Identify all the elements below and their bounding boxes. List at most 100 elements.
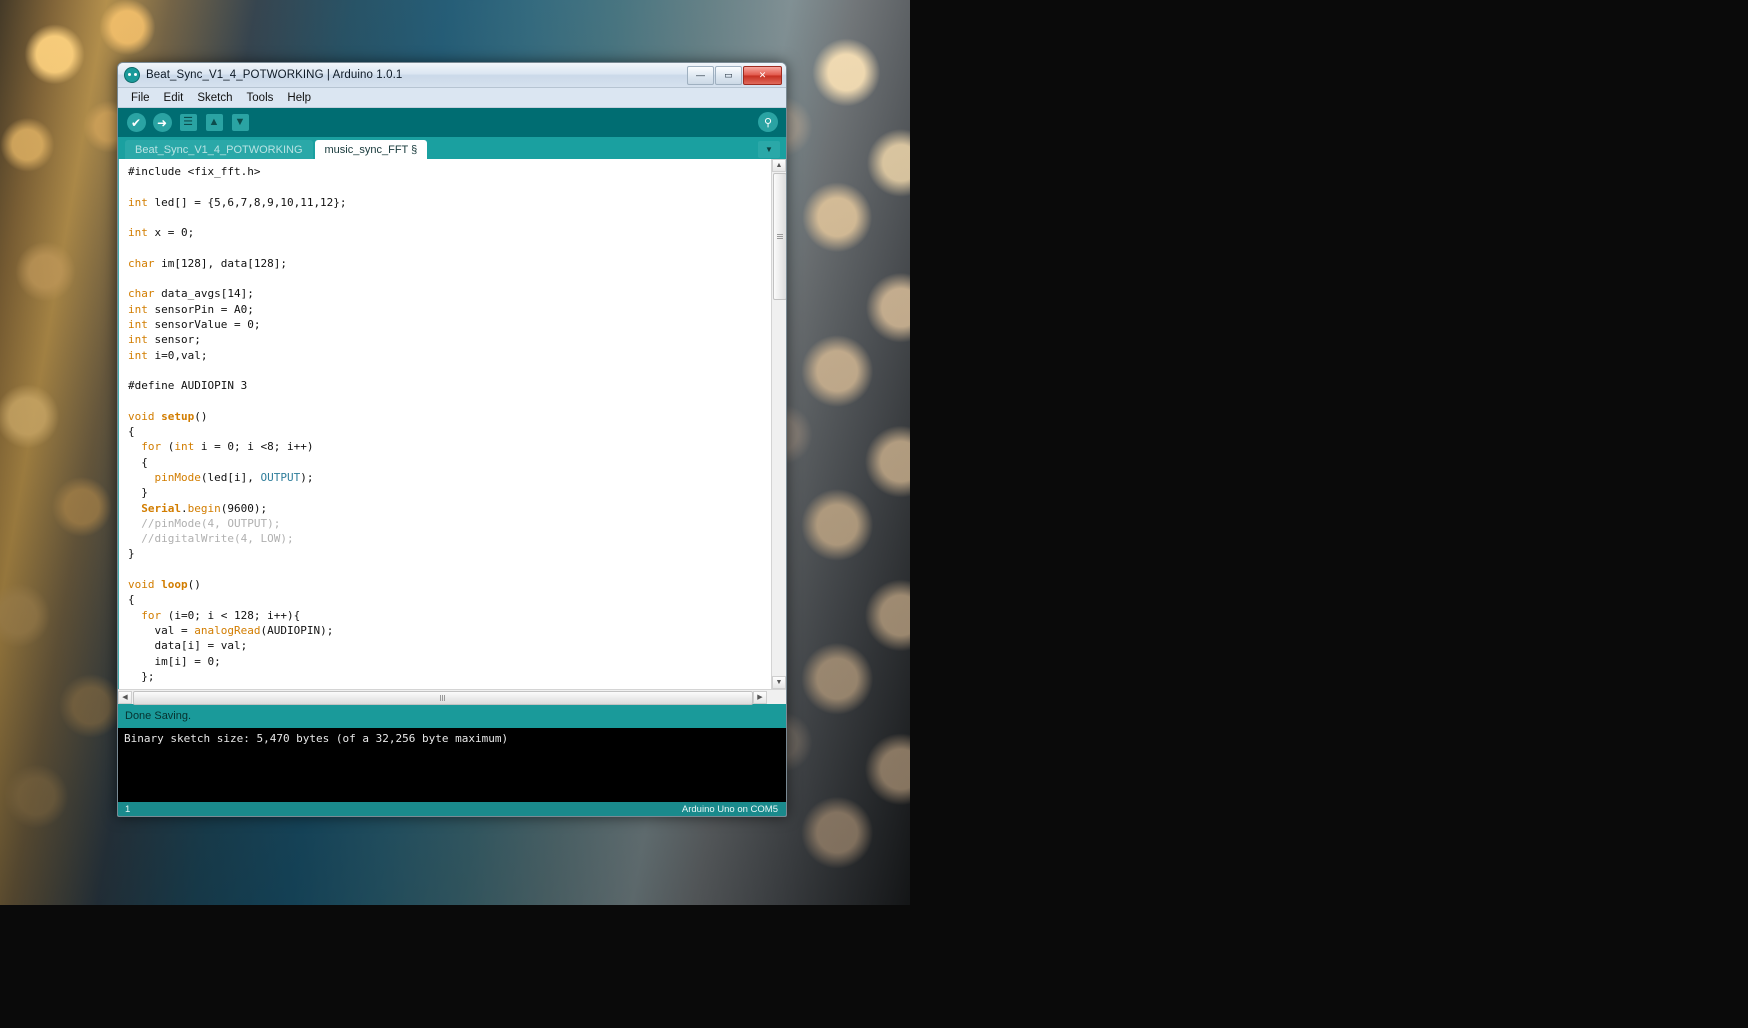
- code-token: OUTPUT: [260, 470, 301, 484]
- code-token: .: [181, 501, 188, 515]
- new-sketch-button[interactable]: ☰: [177, 112, 199, 134]
- code-line: //digitalWrite(4, LOW);: [128, 531, 771, 546]
- code-line: void loop(): [128, 577, 771, 592]
- verify-button[interactable]: ✔: [125, 112, 147, 134]
- code-line: void setup(): [128, 409, 771, 424]
- menu-sketch[interactable]: Sketch: [191, 91, 238, 105]
- code-token: (i=0; i < 128; i++){: [161, 608, 301, 622]
- scroll-down-icon[interactable]: ▼: [772, 676, 786, 689]
- arrow-up-icon: ▲: [205, 114, 223, 131]
- code-line: };: [128, 669, 771, 684]
- code-line: #define AUDIOPIN 3: [128, 378, 771, 393]
- scroll-left-icon[interactable]: ◀: [118, 690, 132, 704]
- editor-vertical-scrollbar[interactable]: ▲ ▼: [771, 159, 786, 689]
- code-token: int: [128, 302, 148, 316]
- code-editor[interactable]: #include <fix_fft.h> int led[] = {5,6,7,…: [123, 159, 771, 689]
- line-number-indicator: 1: [125, 803, 131, 815]
- editor-area[interactable]: #include <fix_fft.h> int led[] = {5,6,7,…: [118, 159, 786, 689]
- bottom-status-bar: 1 Arduino Uno on COM5: [118, 802, 786, 816]
- code-token: );: [300, 470, 314, 484]
- vertical-scroll-thumb[interactable]: [773, 173, 786, 300]
- code-token: data_avgs[14];: [154, 287, 254, 301]
- toolbar[interactable]: ✔ ➜ ☰ ▲ ▼ ⚲: [118, 108, 786, 137]
- code-line: char data_avgs[14];: [128, 286, 771, 301]
- horizontal-scroll-thumb[interactable]: [133, 691, 753, 705]
- code-token: void: [128, 578, 155, 592]
- code-line: }: [128, 485, 771, 500]
- code-line: for (i=0; i < 128; i++){: [128, 608, 771, 623]
- menu-tools[interactable]: Tools: [241, 91, 280, 105]
- code-token: analogRead: [194, 623, 261, 637]
- code-token: (AUDIOPIN);: [260, 623, 334, 637]
- menu-help[interactable]: Help: [281, 91, 317, 105]
- status-message: Done Saving.: [118, 704, 786, 728]
- code-token: (led[i],: [200, 470, 261, 484]
- sketch-tabbar[interactable]: Beat_Sync_V1_4_POTWORKING music_sync_FFT…: [118, 137, 786, 159]
- code-token: }: [128, 547, 135, 561]
- window-controls[interactable]: — ▭ ✕: [687, 65, 782, 85]
- code-token: (): [187, 578, 201, 592]
- code-line: //pinMode(4, OUTPUT);: [128, 516, 771, 531]
- code-token: int: [128, 317, 148, 331]
- code-line: val = analogRead(AUDIOPIN);: [128, 623, 771, 638]
- code-line: int sensorPin = A0;: [128, 302, 771, 317]
- code-token: sensorPin = A0;: [147, 302, 254, 316]
- code-line: {: [128, 592, 771, 607]
- code-token: im[i] = 0;: [128, 654, 221, 668]
- code-token: for: [141, 440, 162, 454]
- scroll-up-icon[interactable]: ▲: [772, 159, 786, 172]
- scroll-right-icon[interactable]: ▶: [753, 690, 767, 704]
- tab-music-sync-fft[interactable]: music_sync_FFT §: [314, 140, 428, 159]
- editor-horizontal-scrollbar[interactable]: ◀ ▶: [118, 689, 786, 705]
- maximize-button[interactable]: ▭: [715, 65, 742, 85]
- arduino-ide-window[interactable]: Beat_Sync_V1_4_POTWORKING | Arduino 1.0.…: [117, 62, 787, 817]
- close-button[interactable]: ✕: [743, 65, 782, 85]
- code-line: {: [128, 424, 771, 439]
- code-token: x = 0;: [147, 226, 195, 240]
- menu-file[interactable]: File: [125, 91, 156, 105]
- code-token: };: [128, 669, 155, 683]
- code-token: {: [128, 425, 135, 439]
- code-line: int sensor;: [128, 332, 771, 347]
- code-token: (: [161, 440, 175, 454]
- code-token: data[i] = val;: [128, 639, 248, 653]
- code-token: led[] = {5,6,7,8,9,10,11,12};: [147, 195, 347, 209]
- code-line: int x = 0;: [128, 225, 771, 240]
- chevron-down-icon[interactable]: ▼: [758, 141, 780, 158]
- save-sketch-button[interactable]: ▼: [229, 112, 251, 134]
- code-token: {: [128, 455, 148, 469]
- upload-button[interactable]: ➜: [151, 112, 173, 134]
- code-line: }: [128, 546, 771, 561]
- minimize-button[interactable]: —: [687, 65, 714, 85]
- code-token: void: [128, 409, 155, 423]
- code-token: int: [128, 195, 148, 209]
- code-line: int sensorValue = 0;: [128, 317, 771, 332]
- code-token: i=0,val;: [147, 348, 208, 362]
- tab-beat-sync[interactable]: Beat_Sync_V1_4_POTWORKING: [125, 140, 313, 159]
- serial-monitor-button[interactable]: ⚲: [758, 112, 778, 132]
- menu-edit[interactable]: Edit: [158, 91, 190, 105]
- code-token: (): [194, 409, 208, 423]
- menubar[interactable]: File Edit Sketch Tools Help: [118, 88, 786, 108]
- code-token: char: [128, 287, 155, 301]
- code-line: for (int i = 0; i <8; i++): [128, 439, 771, 454]
- open-sketch-button[interactable]: ▲: [203, 112, 225, 134]
- code-token: }: [128, 486, 148, 500]
- arrow-down-icon: ▼: [231, 114, 249, 131]
- magnifier-icon: ⚲: [763, 116, 773, 129]
- code-token: val =: [128, 623, 195, 637]
- code-token: {: [128, 593, 135, 607]
- code-token: Serial: [141, 501, 181, 515]
- arduino-infinity-icon: [124, 67, 140, 83]
- board-port-indicator: Arduino Uno on COM5: [681, 803, 778, 815]
- code-line: Serial.begin(9600);: [128, 501, 771, 516]
- window-titlebar[interactable]: Beat_Sync_V1_4_POTWORKING | Arduino 1.0.…: [118, 63, 786, 88]
